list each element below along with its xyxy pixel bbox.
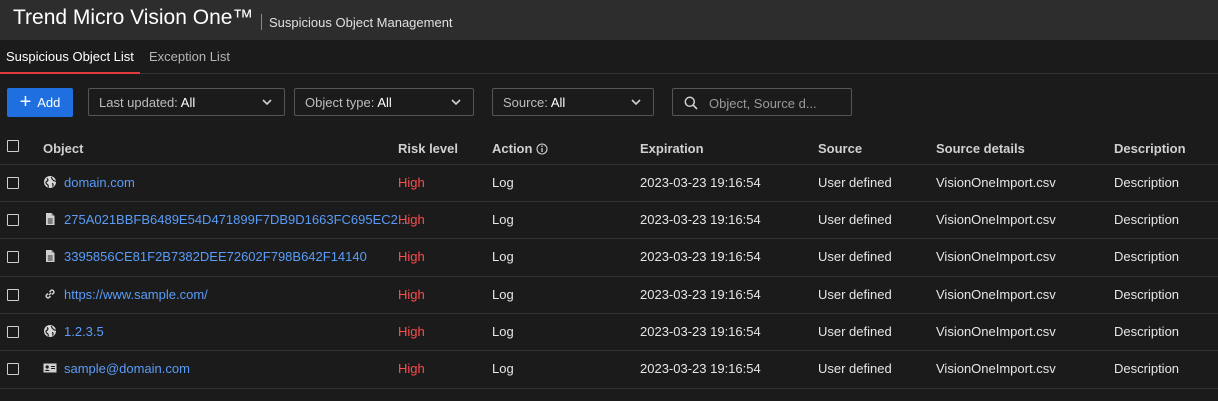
column-header-expiration[interactable]: Expiration [640, 141, 704, 156]
row-checkbox[interactable] [7, 177, 19, 189]
description: Description [1114, 287, 1180, 302]
risk-level: High [398, 175, 425, 190]
column-header-risk-level[interactable]: Risk level [398, 141, 458, 156]
source-details: VisionOneImport.csv [936, 249, 1056, 264]
source: User defined [818, 249, 892, 264]
search-box [672, 88, 852, 116]
table-row[interactable]: 1.2.3.5 High Log 2023-03-23 19:16:54 User de… [0, 314, 1218, 351]
info-icon[interactable] [536, 143, 549, 155]
filter-label: Source: [503, 94, 548, 110]
tab-bar: Suspicious Object List Exception List [0, 40, 1218, 74]
table-row[interactable]: 3395856CE81F2B7382DEE72602F798B642F14140… [0, 239, 1218, 277]
id-card-icon [43, 361, 57, 375]
table-row[interactable]: sample@domain.com High Log 2023-03-23 19:16… [0, 351, 1218, 389]
chevron-down-icon [451, 99, 461, 106]
source-details: VisionOneImport.csv [936, 212, 1056, 227]
tab-exception-list[interactable]: Exception List [149, 40, 230, 73]
filter-value: All [550, 94, 566, 110]
risk-level: High [398, 324, 425, 339]
title-bar: Trend Micro Vision One™ Suspicious Objec… [0, 0, 1218, 40]
source: User defined [818, 361, 892, 376]
expiration: 2023-03-23 19:16:54 [640, 212, 761, 227]
expiration: 2023-03-23 19:16:54 [640, 175, 761, 190]
row-checkbox[interactable] [7, 326, 19, 338]
action: Log [492, 324, 514, 339]
object-link[interactable]: 275A021BBFB6489E54D471899F7DB9D1663FC695… [64, 212, 409, 227]
description: Description [1114, 175, 1180, 190]
source-filter[interactable]: Source: All [492, 88, 654, 116]
source-details: VisionOneImport.csv [936, 175, 1056, 190]
file-icon [43, 249, 57, 263]
filter-label: Object type: [305, 94, 375, 110]
object-type-filter[interactable]: Object type: All [294, 88, 474, 116]
globe-icon [43, 324, 57, 338]
search-input[interactable] [707, 93, 849, 113]
expiration: 2023-03-23 19:16:54 [640, 324, 761, 339]
file-icon [43, 212, 57, 226]
app-title: Trend Micro Vision One™ [13, 6, 254, 29]
title-divider [261, 14, 262, 30]
link-icon [43, 287, 57, 301]
column-header-description[interactable]: Description [1114, 141, 1186, 156]
source-details: VisionOneImport.csv [936, 324, 1056, 339]
filter-value: All [377, 94, 392, 110]
action: Log [492, 287, 514, 302]
expiration: 2023-03-23 19:16:54 [640, 287, 761, 302]
object-link[interactable]: https://www.sample.com/ [64, 287, 208, 302]
row-checkbox[interactable] [7, 289, 19, 301]
description: Description [1114, 249, 1180, 264]
risk-level: High [398, 249, 425, 264]
add-button[interactable]: + Add [7, 88, 73, 117]
object-link[interactable]: domain.com [64, 175, 135, 190]
column-header-source-details[interactable]: Source details [936, 141, 1025, 156]
description: Description [1114, 361, 1180, 376]
action: Log [492, 212, 514, 227]
object-link[interactable]: sample@domain.com [64, 361, 190, 376]
table-row[interactable]: domain.com High Log 2023-03-23 19:16:54 User… [0, 165, 1218, 202]
row-checkbox[interactable] [7, 214, 19, 226]
add-button-label: Add [37, 95, 61, 110]
filter-value: All [180, 94, 196, 110]
table-header: Object Risk level Action Expiration Sour… [0, 130, 1218, 165]
tab-suspicious-object-list[interactable]: Suspicious Object List [0, 40, 140, 74]
row-checkbox[interactable] [7, 363, 19, 375]
object-link[interactable]: 1.2.3.5 [64, 324, 104, 339]
expiration: 2023-03-23 19:16:54 [640, 361, 761, 376]
table-row[interactable]: https://www.sample.com/High Log 2023-03-23… [0, 277, 1218, 314]
chevron-down-icon [262, 99, 272, 106]
risk-level: High [398, 287, 425, 302]
description: Description [1114, 324, 1180, 339]
source: User defined [818, 175, 892, 190]
risk-level: High [398, 212, 425, 227]
source-details: VisionOneImport.csv [936, 287, 1056, 302]
action: Log [492, 175, 514, 190]
column-header-object[interactable]: Object [43, 141, 83, 156]
column-header-action[interactable]: Action [492, 141, 549, 156]
table-row[interactable]: 275A021BBFB6489E54D471899F7DB9D1663FC695… [0, 202, 1218, 239]
description: Description [1114, 212, 1180, 227]
filter-label: Last updated: [99, 94, 178, 110]
globe-icon [43, 175, 57, 189]
source-details: VisionOneImport.csv [936, 361, 1056, 376]
source: User defined [818, 287, 892, 302]
risk-level: High [398, 361, 425, 376]
object-link[interactable]: 3395856CE81F2B7382DEE72602F798B642F14140 [64, 249, 367, 264]
plus-icon: + [19, 90, 32, 113]
row-checkbox[interactable] [7, 251, 19, 263]
last-updated-filter[interactable]: Last updated: All [88, 88, 285, 116]
column-header-action-label: Action [492, 141, 533, 156]
toolbar: + Add Last updated: All Object type: All… [0, 73, 1218, 130]
page-title: Suspicious Object Management [269, 15, 453, 30]
select-all-checkbox[interactable] [7, 140, 19, 152]
expiration: 2023-03-23 19:16:54 [640, 249, 761, 264]
action: Log [492, 249, 514, 264]
chevron-down-icon [631, 99, 641, 106]
source: User defined [818, 212, 892, 227]
search-icon [684, 96, 698, 110]
source: User defined [818, 324, 892, 339]
action: Log [492, 361, 514, 376]
column-header-source[interactable]: Source [818, 141, 862, 156]
